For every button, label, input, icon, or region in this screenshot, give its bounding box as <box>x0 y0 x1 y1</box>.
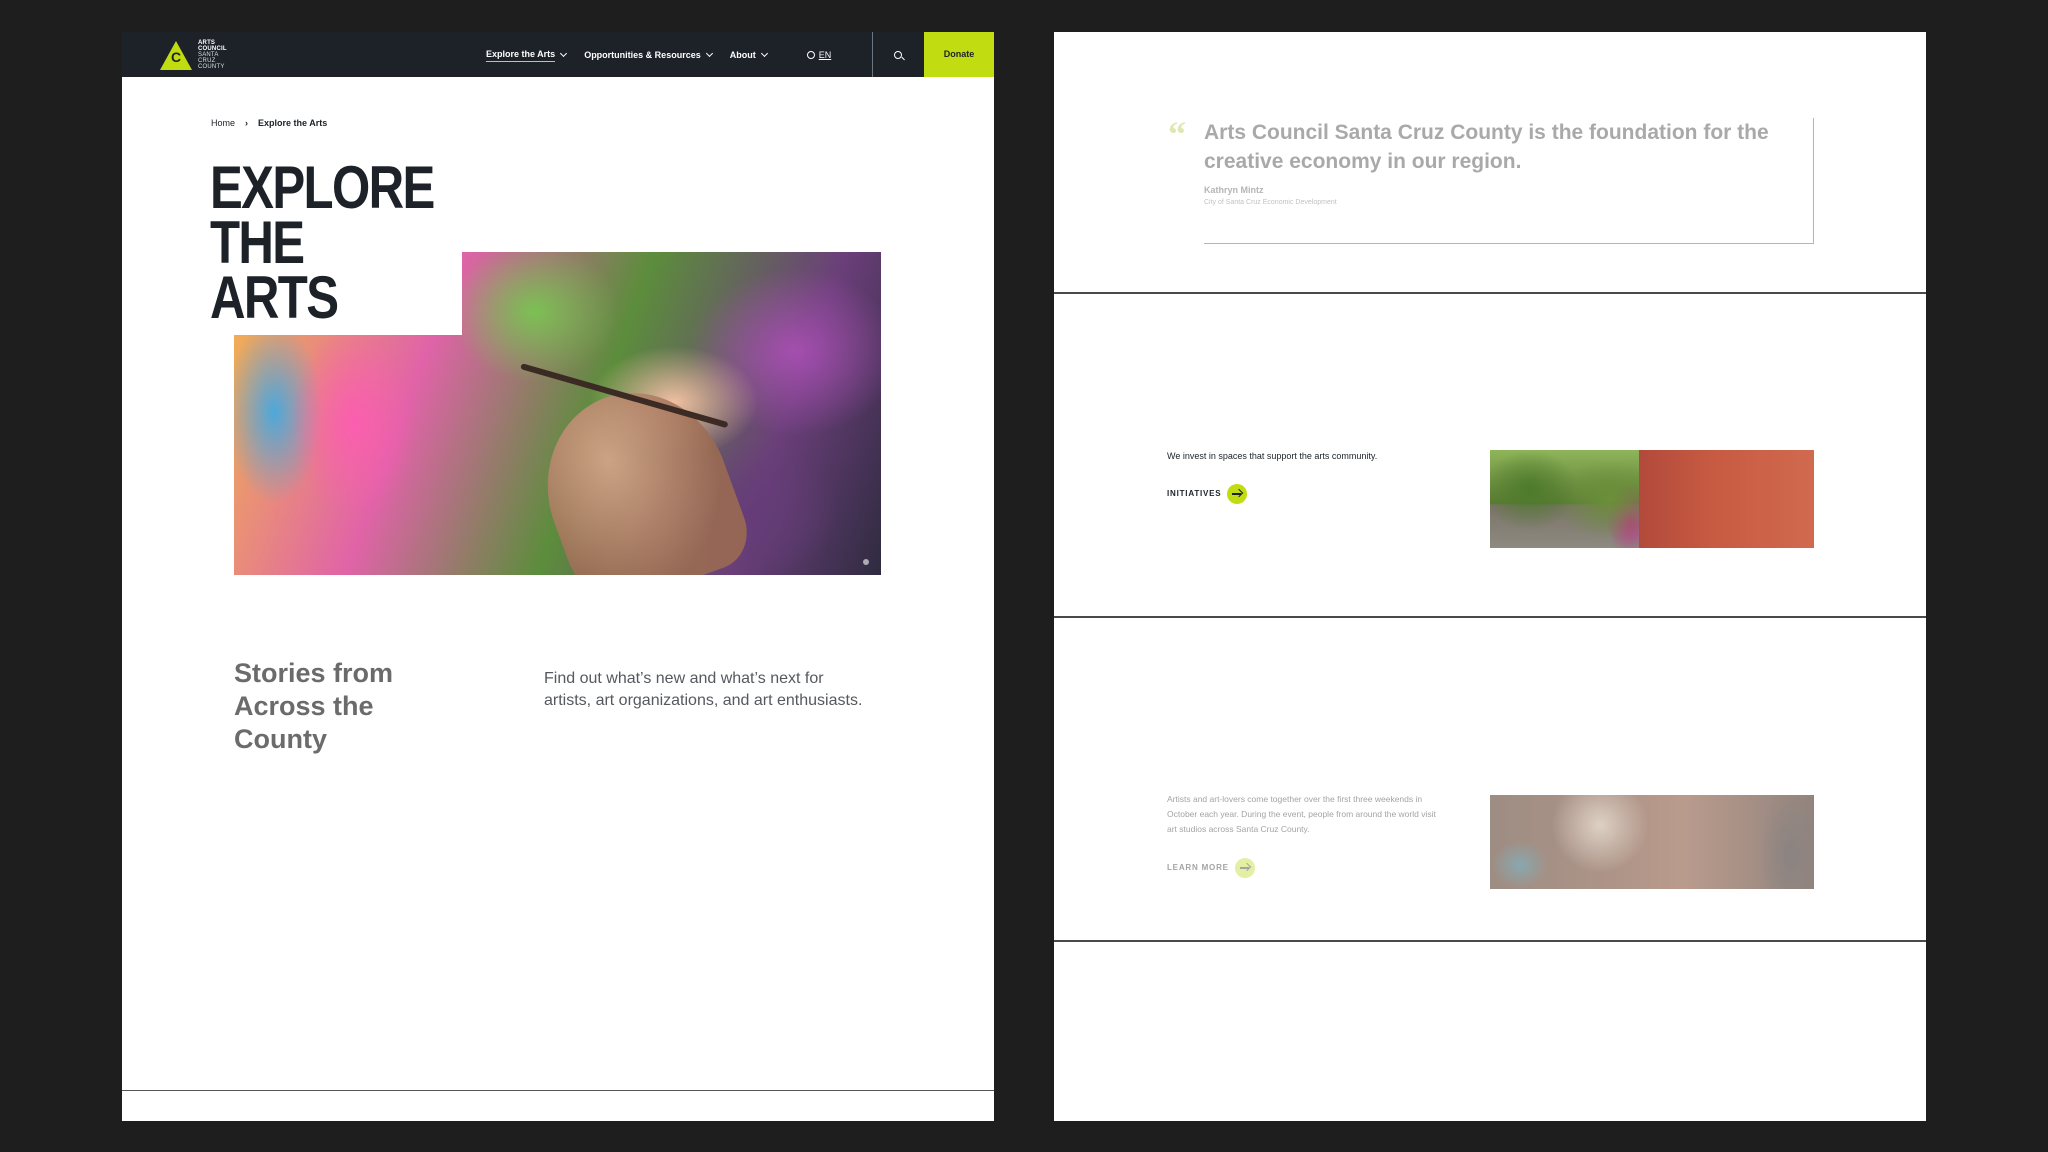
chevron-down-icon <box>760 49 768 57</box>
search-button[interactable] <box>873 32 923 77</box>
donate-button[interactable]: Donate <box>924 32 994 77</box>
stories-heading: Stories from Across the County <box>234 658 394 754</box>
quote-text: Arts Council Santa Cruz County is the fo… <box>1204 121 1769 173</box>
studio-image <box>1490 795 1814 889</box>
arrow-right-icon <box>1227 484 1248 504</box>
initiatives-link[interactable]: INITIATIVES <box>1167 484 1248 504</box>
logo-text: ARTS COUNCIL SANTA CRUZ COUNTY <box>198 40 227 70</box>
nav-item-label: Explore the Arts <box>486 48 556 62</box>
logo-line-5: COUNTY <box>198 64 225 70</box>
breadcrumb-home[interactable]: Home <box>211 117 235 129</box>
arrow-right-icon <box>1234 858 1255 878</box>
section-divider <box>122 1090 994 1091</box>
logo-mark: C <box>170 49 182 65</box>
chevron-down-icon <box>705 49 713 57</box>
open-studios-description: Artists and art-lovers come together ove… <box>1167 794 1436 834</box>
globe-icon <box>806 50 815 59</box>
language-label: EN <box>818 49 832 60</box>
nav-item-about[interactable]: About <box>729 49 768 61</box>
chevron-down-icon <box>560 49 568 57</box>
search-icon <box>894 50 902 59</box>
testimonial-quote: Arts Council Santa Cruz County is the fo… <box>1204 118 1814 244</box>
sections-panel: “ Arts Council Santa Cruz County is the … <box>1054 32 1926 1121</box>
breadcrumb: Home › Explore the Arts <box>211 117 327 129</box>
page-title: EXPLORE THE ARTS <box>210 154 435 331</box>
nav-item-opportunities-resources[interactable]: Opportunities & Resources <box>584 49 713 61</box>
image-info-icon[interactable] <box>863 559 869 565</box>
community-image <box>1490 450 1814 548</box>
language-selector[interactable]: EN <box>806 49 832 61</box>
page-title-box: EXPLORE THE ARTS <box>202 152 462 335</box>
learn-more-link[interactable]: LEARN MORE <box>1167 858 1255 878</box>
initiatives-description: We invest in spaces that support the art… <box>1167 451 1378 461</box>
nav-item-explore-the-arts[interactable]: Explore the Arts <box>486 48 568 62</box>
chevron-right-icon: › <box>245 118 249 128</box>
quote-organization: City of Santa Cruz Economic Development <box>1204 199 1337 206</box>
nav-item-label: About <box>729 49 756 60</box>
stories-description: Find out what’s new and what’s next for … <box>544 670 863 709</box>
section-divider <box>1054 940 1926 942</box>
quote-author: Kathryn Mintz <box>1204 185 1264 195</box>
quote-mark-icon: “ <box>1168 114 1186 154</box>
explore-page-panel: C ARTS COUNCIL SANTA CRUZ COUNTY Explore… <box>122 32 994 1121</box>
breadcrumb-current: Explore the Arts <box>258 118 328 128</box>
nav-item-label: Opportunities & Resources <box>584 49 701 60</box>
page-title-line-2: THE ARTS <box>210 209 339 331</box>
page-title-line-1: EXPLORE <box>210 154 435 221</box>
section-divider <box>1054 292 1926 294</box>
nav-links: Explore the Arts Opportunities & Resourc… <box>486 32 831 77</box>
learn-more-label: LEARN MORE <box>1167 863 1229 872</box>
initiatives-link-label: INITIATIVES <box>1167 489 1222 498</box>
site-logo[interactable]: C ARTS COUNCIL SANTA CRUZ COUNTY <box>160 39 240 71</box>
section-divider <box>1054 616 1926 618</box>
top-navigation: C ARTS COUNCIL SANTA CRUZ COUNTY Explore… <box>122 32 994 77</box>
